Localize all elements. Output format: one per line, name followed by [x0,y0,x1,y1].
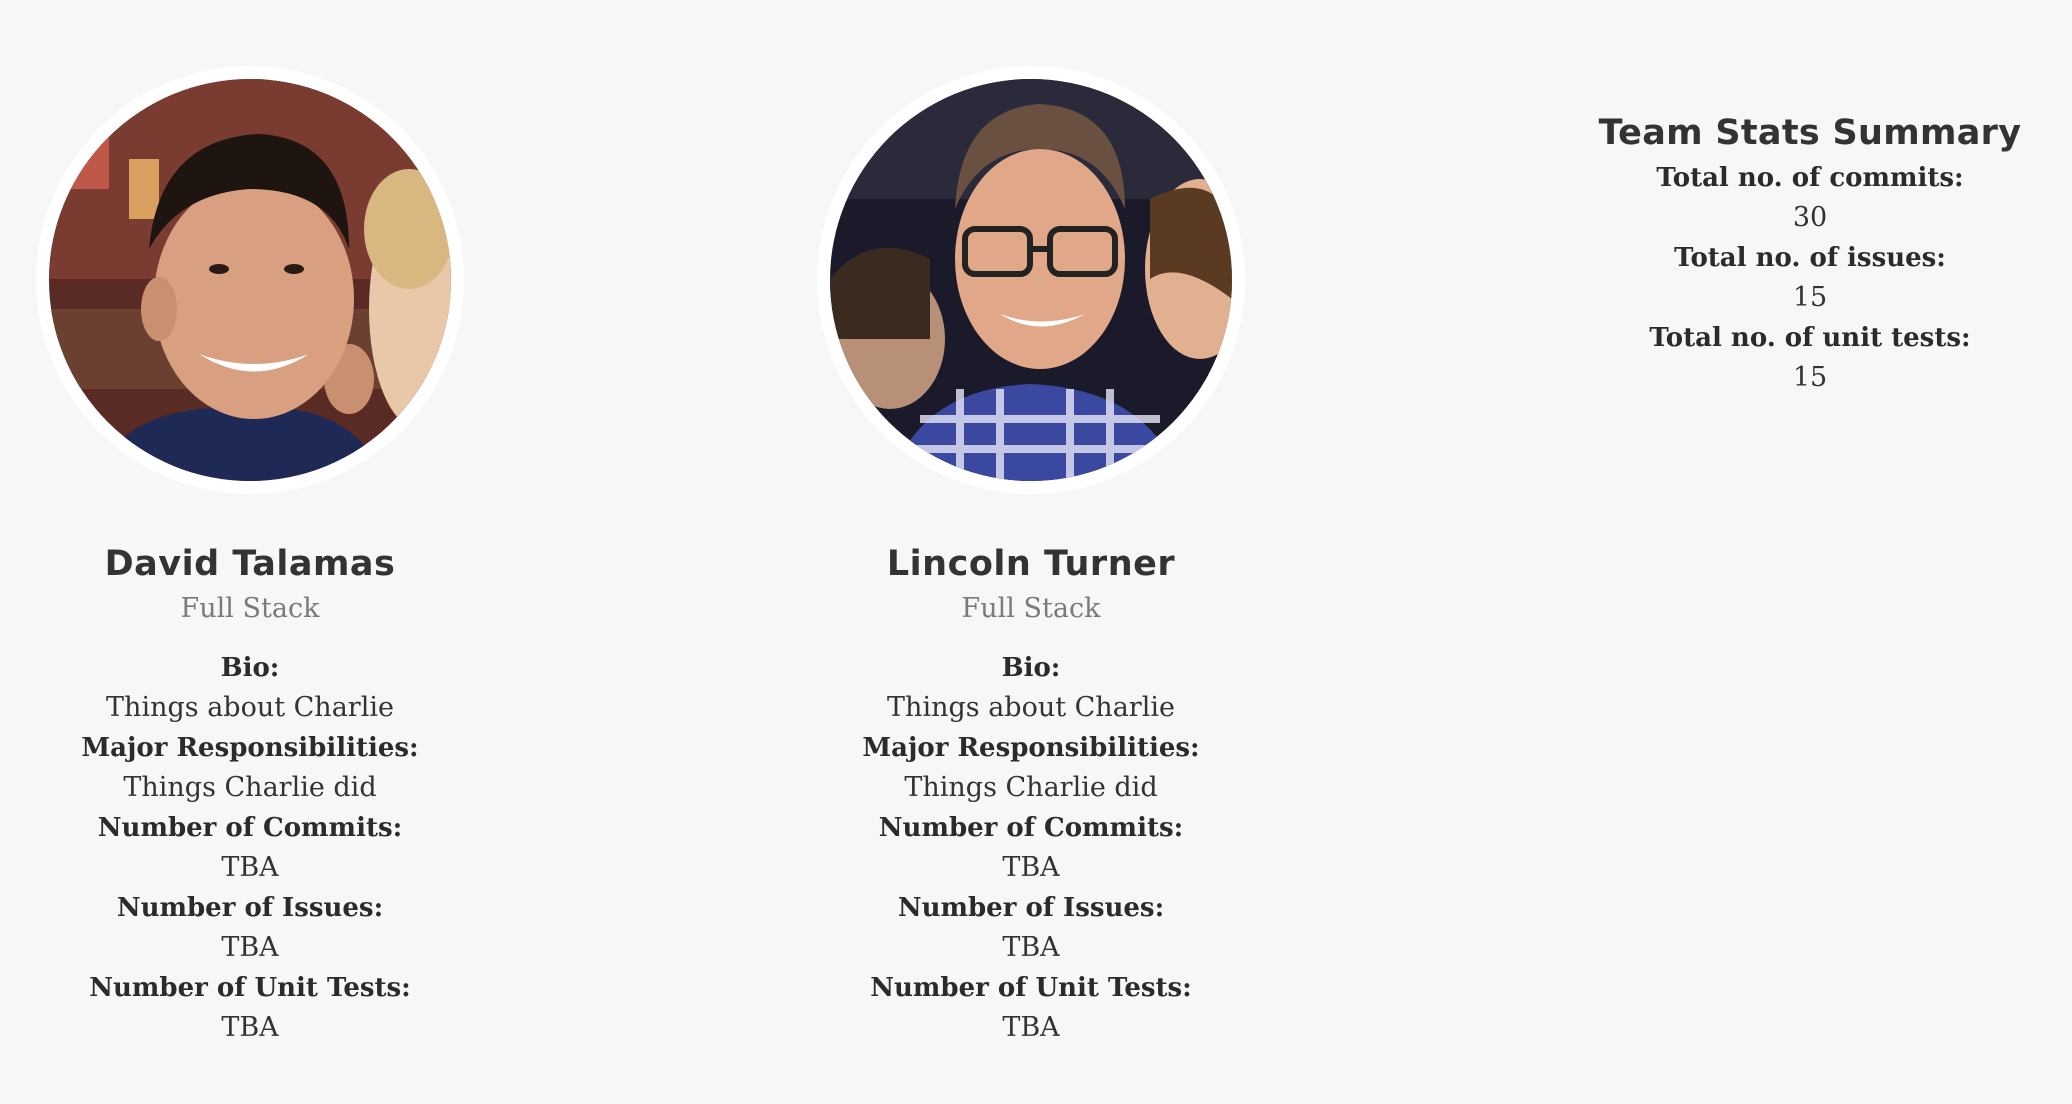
responsibilities-label: Major Responsibilities: [81,733,419,763]
bio-label: Bio: [220,653,280,683]
total-issues-value: 15 [1792,282,1828,313]
avatar [830,79,1232,481]
commits-label: Number of Commits: [97,813,403,843]
commits-value: TBA [221,852,279,883]
unit-tests-label: Number of Unit Tests: [89,973,411,1003]
avatar-ring [817,66,1245,494]
total-commits-label: Total no. of commits: [1656,163,1964,193]
avatar-photo [49,79,451,481]
avatar-photo [830,79,1232,481]
issues-value: TBA [221,932,279,963]
team-stats-summary: Team Stats Summary Total no. of commits:… [1560,108,2060,398]
issues-label: Number of Issues: [897,893,1165,923]
member-role: Full Stack [961,593,1101,624]
commits-label: Number of Commits: [878,813,1184,843]
responsibilities-label: Major Responsibilities: [862,733,1200,763]
bio-value: Things about Charlie [106,692,394,723]
issues-value: TBA [1002,932,1060,963]
unit-tests-label: Number of Unit Tests: [870,973,1192,1003]
avatar-ring [36,66,464,494]
unit-tests-value: TBA [221,1012,279,1043]
total-commits-value: 30 [1792,202,1828,233]
stats-title: Team Stats Summary [1598,113,2022,153]
member-name: David Talamas [104,544,396,584]
responsibilities-value: Things Charlie did [123,772,377,803]
team-member-card: David Talamas Full Stack Bio: Things abo… [0,66,530,1048]
member-details: Bio: Things about Charlie Major Responsi… [751,648,1311,1048]
team-member-card: Lincoln Turner Full Stack Bio: Things ab… [751,66,1311,1048]
issues-label: Number of Issues: [116,893,384,923]
bio-label: Bio: [1001,653,1061,683]
member-name: Lincoln Turner [886,544,1176,584]
total-unit-tests-label: Total no. of unit tests: [1649,323,1971,353]
total-unit-tests-value: 15 [1792,362,1828,393]
commits-value: TBA [1002,852,1060,883]
member-role: Full Stack [180,593,320,624]
member-details: Bio: Things about Charlie Major Responsi… [0,648,530,1048]
total-issues-label: Total no. of issues: [1674,243,1946,273]
bio-value: Things about Charlie [887,692,1175,723]
unit-tests-value: TBA [1002,1012,1060,1043]
avatar [49,79,451,481]
responsibilities-value: Things Charlie did [904,772,1158,803]
